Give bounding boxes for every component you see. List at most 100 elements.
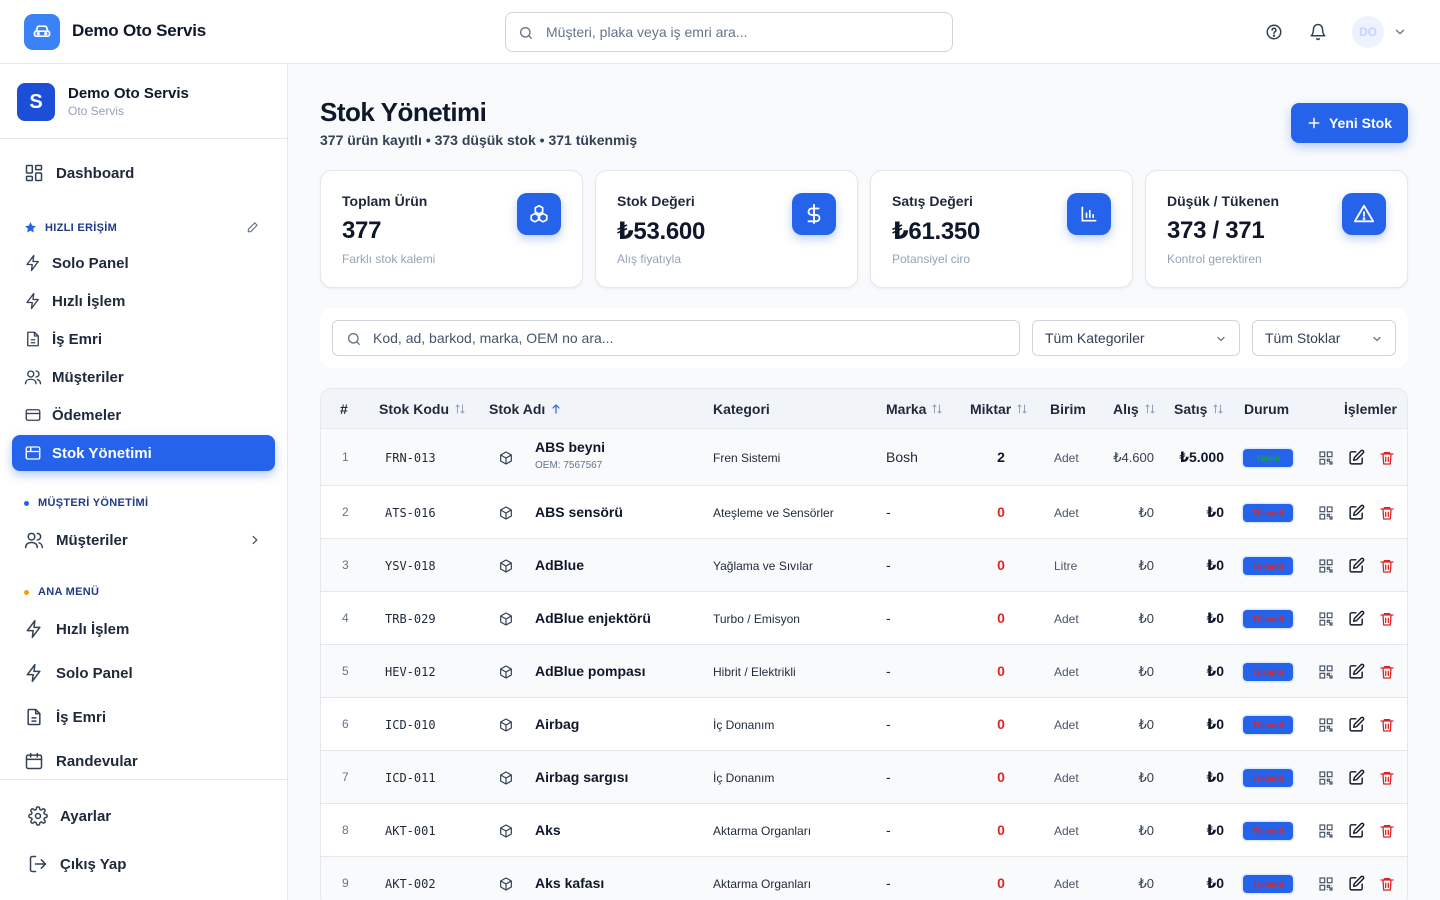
column-header-buy[interactable]: Alış bbox=[1113, 401, 1156, 417]
sidebar-item-customers[interactable]: Müşteriler bbox=[12, 359, 275, 395]
notification-bell-icon[interactable] bbox=[1308, 22, 1328, 42]
stock-name[interactable]: AdBlue pompası bbox=[535, 663, 645, 679]
qr-code-icon[interactable] bbox=[1318, 558, 1334, 574]
new-stock-button[interactable]: Yeni Stok bbox=[1291, 103, 1408, 143]
divider bbox=[0, 138, 287, 139]
stock-code: AKT-001 bbox=[385, 824, 436, 838]
sidebar-item-quick-action-main[interactable]: Hızlı İşlem bbox=[12, 611, 275, 647]
delete-trash-icon[interactable] bbox=[1379, 505, 1395, 521]
stock-name[interactable]: Airbag sargısı bbox=[535, 769, 628, 785]
chevron-down-icon[interactable] bbox=[1393, 25, 1407, 39]
stock-unit: Adet bbox=[1054, 451, 1079, 465]
stock-name[interactable]: ABS sensörü bbox=[535, 504, 623, 520]
delete-trash-icon[interactable] bbox=[1379, 770, 1395, 786]
sidebar-item-quick-action[interactable]: Hızlı İşlem bbox=[12, 283, 275, 319]
table-row[interactable]: 5 HEV-012 AdBlue pompası Hibrit / Elektrikl… bbox=[321, 645, 1407, 698]
table-row[interactable]: 9 AKT-002 Aks kafası Aktarma Organları - 0 Ade… bbox=[321, 857, 1407, 900]
table-row[interactable]: 7 ICD-011 Airbag sargısı İç Donanım - 0 Adet ₺0… bbox=[321, 751, 1407, 804]
qr-code-icon[interactable] bbox=[1318, 717, 1334, 733]
edit-icon[interactable] bbox=[1348, 504, 1365, 521]
qr-code-icon[interactable] bbox=[1318, 611, 1334, 627]
row-number: 7 bbox=[342, 770, 349, 784]
stock-name[interactable]: AdBlue enjektörü bbox=[535, 610, 651, 626]
stock-search-input[interactable]: Kod, ad, barkod, marka, OEM no ara... bbox=[332, 320, 1020, 356]
status-badge: Tükendi bbox=[1243, 663, 1293, 681]
table-row[interactable]: 1 FRN-013 ABS beyni OEM: 7567567 Fren Sistem… bbox=[321, 429, 1407, 486]
qr-code-icon[interactable] bbox=[1318, 823, 1334, 839]
stock-name[interactable]: ABS beyni bbox=[535, 439, 605, 455]
sidebar-item-dashboard[interactable]: Dashboard bbox=[12, 155, 275, 191]
edit-icon[interactable] bbox=[1348, 663, 1365, 680]
edit-icon[interactable] bbox=[1348, 716, 1365, 733]
category-select[interactable]: Tüm Kategoriler bbox=[1032, 320, 1240, 356]
table-row[interactable]: 8 AKT-001 Aks Aktarma Organları - 0 Adet ₺0 ₺0 Tü… bbox=[321, 804, 1407, 857]
sidebar-item-settings[interactable]: Ayarlar bbox=[16, 798, 279, 834]
stock-name[interactable]: Aks kafası bbox=[535, 875, 604, 891]
stock-brand: - bbox=[886, 557, 891, 573]
sidebar-item-logout[interactable]: Çıkış Yap bbox=[16, 846, 279, 882]
sidebar-item-payments[interactable]: Ödemeler bbox=[12, 397, 275, 433]
user-avatar[interactable]: DO bbox=[1352, 16, 1384, 48]
buy-price: ₺0 bbox=[1138, 505, 1154, 520]
delete-trash-icon[interactable] bbox=[1379, 611, 1395, 627]
sidebar-item-solo-panel-main[interactable]: Solo Panel bbox=[12, 655, 275, 691]
edit-pencil-icon[interactable] bbox=[246, 220, 260, 234]
delete-trash-icon[interactable] bbox=[1379, 664, 1395, 680]
sidebar-item-label: Müşteriler bbox=[56, 531, 128, 549]
stat-value: ₺61.350 bbox=[892, 218, 981, 245]
stock-code: FRN-013 bbox=[385, 451, 436, 465]
table-row[interactable]: 4 TRB-029 AdBlue enjektörü Turbo / Emisyon -… bbox=[321, 592, 1407, 645]
package-icon bbox=[498, 558, 514, 574]
sort-icon bbox=[454, 403, 466, 415]
qr-code-icon[interactable] bbox=[1318, 505, 1334, 521]
global-search-input[interactable]: Müşteri, plaka veya iş emri ara... bbox=[505, 12, 953, 52]
delete-trash-icon[interactable] bbox=[1379, 717, 1395, 733]
qr-code-icon[interactable] bbox=[1318, 770, 1334, 786]
stock-quantity: 0 bbox=[997, 822, 1005, 838]
qr-code-icon[interactable] bbox=[1318, 450, 1334, 466]
stock-code: TRB-029 bbox=[385, 612, 436, 626]
table-row[interactable]: 3 YSV-018 AdBlue Yağlama ve Sıvılar - 0 Litre ₺… bbox=[321, 539, 1407, 592]
table-header: # Stok Kodu Stok Adı Kategori Marka Mikt… bbox=[321, 389, 1407, 429]
global-search-placeholder: Müşteri, plaka veya iş emri ara... bbox=[546, 24, 748, 40]
delete-trash-icon[interactable] bbox=[1379, 450, 1395, 466]
sidebar-item-work-order[interactable]: İş Emri bbox=[12, 321, 275, 357]
edit-icon[interactable] bbox=[1348, 449, 1365, 466]
car-logo-icon[interactable] bbox=[24, 14, 60, 50]
sidebar: S Demo Oto Servis Oto Servis Dashboard H… bbox=[0, 64, 288, 900]
edit-icon[interactable] bbox=[1348, 822, 1365, 839]
stock-code: ICD-011 bbox=[385, 771, 436, 785]
sell-price: ₺0 bbox=[1206, 610, 1224, 626]
stock-name[interactable]: Airbag bbox=[535, 716, 579, 732]
qr-code-icon[interactable] bbox=[1318, 664, 1334, 680]
stat-card-sales-value: Satış Değeri ₺61.350 Potansiyel ciro bbox=[870, 170, 1133, 288]
edit-icon[interactable] bbox=[1348, 875, 1365, 892]
sidebar-item-customers-group[interactable]: Müşteriler bbox=[12, 522, 275, 558]
sidebar-item-stock-management[interactable]: Stok Yönetimi bbox=[12, 435, 275, 471]
column-header-code[interactable]: Stok Kodu bbox=[379, 401, 466, 417]
help-icon[interactable] bbox=[1264, 22, 1284, 42]
delete-trash-icon[interactable] bbox=[1379, 876, 1395, 892]
column-header-actions: İşlemler bbox=[1344, 401, 1397, 417]
edit-icon[interactable] bbox=[1348, 557, 1365, 574]
column-header-sell[interactable]: Satış bbox=[1174, 401, 1224, 417]
column-header-qty[interactable]: Miktar bbox=[970, 401, 1028, 417]
sidebar-item-work-order-main[interactable]: İş Emri bbox=[12, 699, 275, 735]
table-row[interactable]: 6 ICD-010 Airbag İç Donanım - 0 Adet ₺0 ₺0 Tükend… bbox=[321, 698, 1407, 751]
sidebar-item-solo-panel[interactable]: Solo Panel bbox=[12, 245, 275, 281]
stock-status-select[interactable]: Tüm Stoklar bbox=[1252, 320, 1396, 356]
edit-icon[interactable] bbox=[1348, 769, 1365, 786]
stock-name[interactable]: AdBlue bbox=[535, 557, 584, 573]
delete-trash-icon[interactable] bbox=[1379, 823, 1395, 839]
edit-icon[interactable] bbox=[1348, 610, 1365, 627]
delete-trash-icon[interactable] bbox=[1379, 558, 1395, 574]
table-row[interactable]: 2 ATS-016 ABS sensörü Ateşleme ve Sensörler… bbox=[321, 486, 1407, 539]
sidebar-item-appointments[interactable]: Randevular bbox=[12, 743, 275, 779]
gear-icon bbox=[28, 806, 48, 826]
brand-name[interactable]: Demo Oto Servis bbox=[72, 21, 206, 41]
column-header-brand[interactable]: Marka bbox=[886, 401, 943, 417]
qr-code-icon[interactable] bbox=[1318, 876, 1334, 892]
stock-name[interactable]: Aks bbox=[535, 822, 561, 838]
column-header-name[interactable]: Stok Adı bbox=[489, 401, 562, 417]
sort-icon bbox=[1016, 403, 1028, 415]
